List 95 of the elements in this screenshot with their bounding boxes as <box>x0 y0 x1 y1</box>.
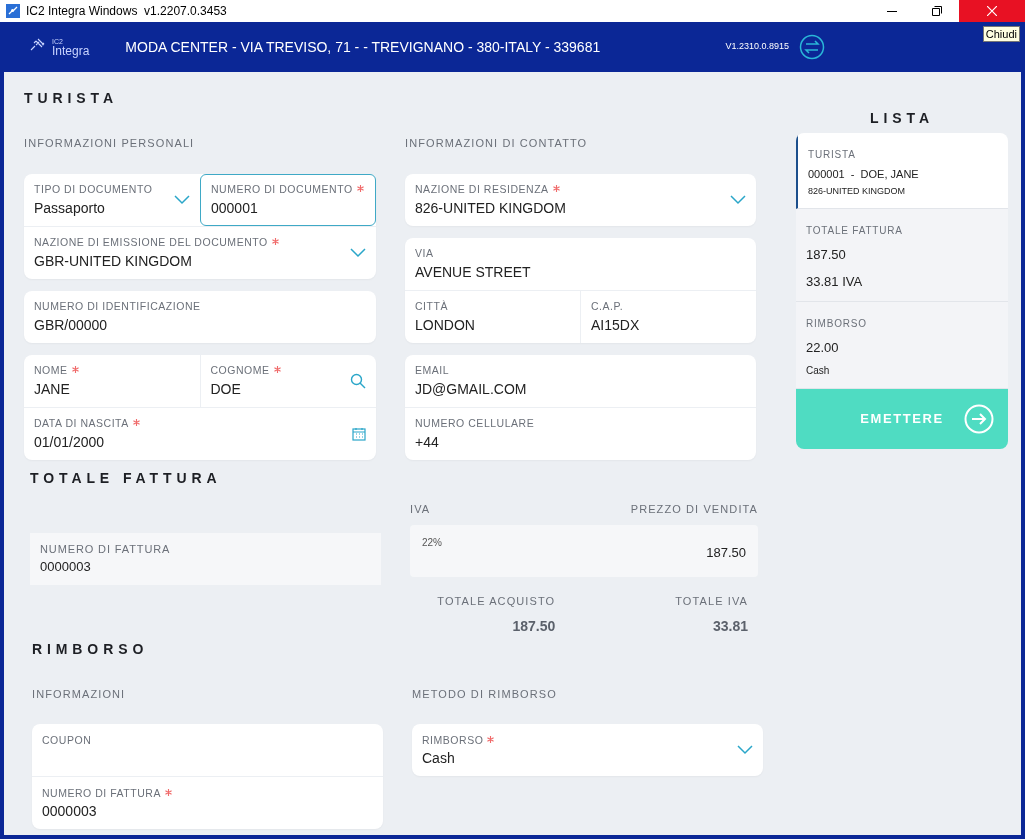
list-item-text: 33.81 IVA <box>806 272 864 291</box>
input-field[interactable]: NUMERO DI FATTURA 0000003 <box>32 777 383 829</box>
field-label: NUMERO DI FATTURA <box>42 785 161 801</box>
section-subtitle: METODO DI RIMBORSO <box>412 686 558 702</box>
list-item-label: TOTALE FATTURA <box>806 224 904 238</box>
field-label: NAZIONE DI EMISSIONE DEL DOCUMENTO <box>34 235 268 251</box>
sync-icon <box>799 34 825 60</box>
sync-button[interactable] <box>799 34 825 60</box>
minimize-icon <box>886 10 897 12</box>
input-field[interactable]: EMAIL JD@GMAIL.COM <box>405 354 756 407</box>
field-value: 01/01/2000 <box>34 432 106 451</box>
search-icon[interactable] <box>350 372 366 389</box>
input-field[interactable]: CITTÀ LONDON <box>405 290 580 343</box>
store-info: MODA CENTER - VIA TREVISO, 71 - - TREVIGNANO - 380-ITALY - 339681 <box>125 37 601 57</box>
section-subtitle: INFORMAZIONI PERSONALI <box>24 136 196 151</box>
field-label: EMAIL <box>415 363 450 379</box>
close-icon <box>987 6 997 16</box>
field-label: NUMERO DI IDENTIFICAZIONE <box>34 299 201 315</box>
field-value: 000001 <box>211 198 259 217</box>
section-title: TOTALE FATTURA <box>30 468 223 488</box>
field-label: NOME <box>34 363 68 379</box>
list-item-text: 187.50 <box>806 246 847 264</box>
field-label: DATA DI NASCITA <box>34 416 129 432</box>
section-subtitle: PREZZO DI VENDITA <box>630 501 758 517</box>
list-item[interactable]: TOTALE FATTURA 187.50 33.81 IVA <box>796 209 1008 302</box>
list-item-label: RIMBORSO <box>806 317 868 331</box>
list-item[interactable]: TURISTA 000001 - DOE, JANE 826-UNITED KINGDOM <box>796 133 1008 209</box>
field-value: 0000003 <box>42 802 98 821</box>
list-item-text: 22.00 <box>806 339 840 357</box>
section-subtitle: INFORMAZIONI <box>32 686 127 702</box>
field-value: 826-UNITED KINGDOM <box>415 198 567 217</box>
field-label: VIA <box>415 246 434 262</box>
field-label: CITTÀ <box>415 299 448 315</box>
restore-icon <box>931 6 942 16</box>
field-value: Cash <box>422 749 456 768</box>
input-field[interactable]: VIA AVENUE STREET <box>405 237 756 290</box>
field-label: NUMERO DI DOCUMENTO <box>211 182 353 198</box>
field-label: NAZIONE DI RESIDENZA <box>415 182 549 198</box>
input-field[interactable]: COUPON <box>32 724 383 776</box>
version-text: V1.2310.0.8915 <box>725 40 789 54</box>
field-value: AI15DX <box>591 315 641 334</box>
field-label: C.A.P. <box>591 299 624 315</box>
field-value: JD@GMAIL.COM <box>415 379 528 398</box>
list-item-text: 000001 - DOE, JANE <box>808 167 920 182</box>
input-field[interactable]: NOME JANE <box>24 354 200 407</box>
list-item-text: Cash <box>806 363 831 378</box>
field-value: 0000003 <box>40 558 92 576</box>
chevron-down-icon <box>737 745 753 755</box>
calendar-icon[interactable] <box>352 426 366 441</box>
list-item-label: TURISTA <box>808 148 857 162</box>
section-title: RIMBORSO <box>32 639 150 659</box>
field-label: NUMERO CELLULARE <box>415 416 535 432</box>
logo-text: Integra <box>52 44 90 57</box>
field-value: AVENUE STREET <box>415 262 532 281</box>
field-value: GBR-UNITED KINGDOM <box>34 251 193 270</box>
input-field[interactable]: NUMERO CELLULARE +44 <box>405 407 756 460</box>
input-field[interactable]: NUMERO DI DOCUMENTO 000001 <box>200 173 376 226</box>
chevron-down-icon <box>174 194 190 205</box>
section-subtitle: TOTALE IVA <box>675 594 748 609</box>
sale-price: 187.50 <box>706 544 746 563</box>
window-title: IC2 Integra Windows v1.2207.0.3453 <box>26 3 227 20</box>
section-subtitle: INFORMAZIONI DI CONTATTO <box>405 136 589 151</box>
field-value: LONDON <box>415 315 476 334</box>
input-field[interactable]: DATA DI NASCITA 01/01/2000 <box>24 407 376 460</box>
input-field[interactable]: C.A.P. AI15DX <box>581 290 756 343</box>
app-icon <box>6 4 20 18</box>
chevron-down-icon <box>730 194 746 205</box>
list-title: LISTA <box>869 109 935 128</box>
list-item[interactable]: RIMBORSO 22.00 Cash <box>796 302 1008 389</box>
dropdown-field[interactable]: NAZIONE DI RESIDENZA 826-UNITED KINGDOM <box>405 173 756 226</box>
dropdown-field[interactable]: NAZIONE DI EMISSIONE DEL DOCUMENTO GBR-UNITED KINGDOM <box>24 226 376 279</box>
section-subtitle: IVA <box>410 501 431 517</box>
input-field[interactable]: COGNOME DOE <box>200 354 376 407</box>
section-title: TURISTA <box>24 89 119 108</box>
dropdown-field[interactable]: TIPO DI DOCUMENTO Passaporto <box>24 173 200 226</box>
list-item-text: 826-UNITED KINGDOM <box>808 184 906 198</box>
tooltip: Chiudi <box>982 26 1020 42</box>
total-value: 33.81 <box>712 616 748 636</box>
field-value: +44 <box>415 432 440 451</box>
chevron-down-icon <box>350 247 366 258</box>
field-label: NUMERO DI FATTURA <box>40 541 172 557</box>
field-label: TIPO DI DOCUMENTO <box>34 182 153 198</box>
input-field[interactable]: NUMERO DI IDENTIFICAZIONE GBR/00000 <box>24 290 376 343</box>
field-label: COGNOME <box>210 363 270 379</box>
arrow-right-circle-icon <box>964 403 994 434</box>
field-value: Passaporto <box>34 198 106 217</box>
section-subtitle: TOTALE ACQUISTO <box>437 594 556 609</box>
field-label: RIMBORSO <box>422 732 484 748</box>
field-value: GBR/00000 <box>34 315 109 334</box>
dropdown-field[interactable]: RIMBORSO Cash <box>412 724 763 776</box>
total-value: 187.50 <box>512 616 556 636</box>
field-value: DOE <box>210 379 242 398</box>
vat-rate: 22% <box>422 536 442 550</box>
field-value: JANE <box>34 379 71 398</box>
field-label: COUPON <box>42 732 92 748</box>
